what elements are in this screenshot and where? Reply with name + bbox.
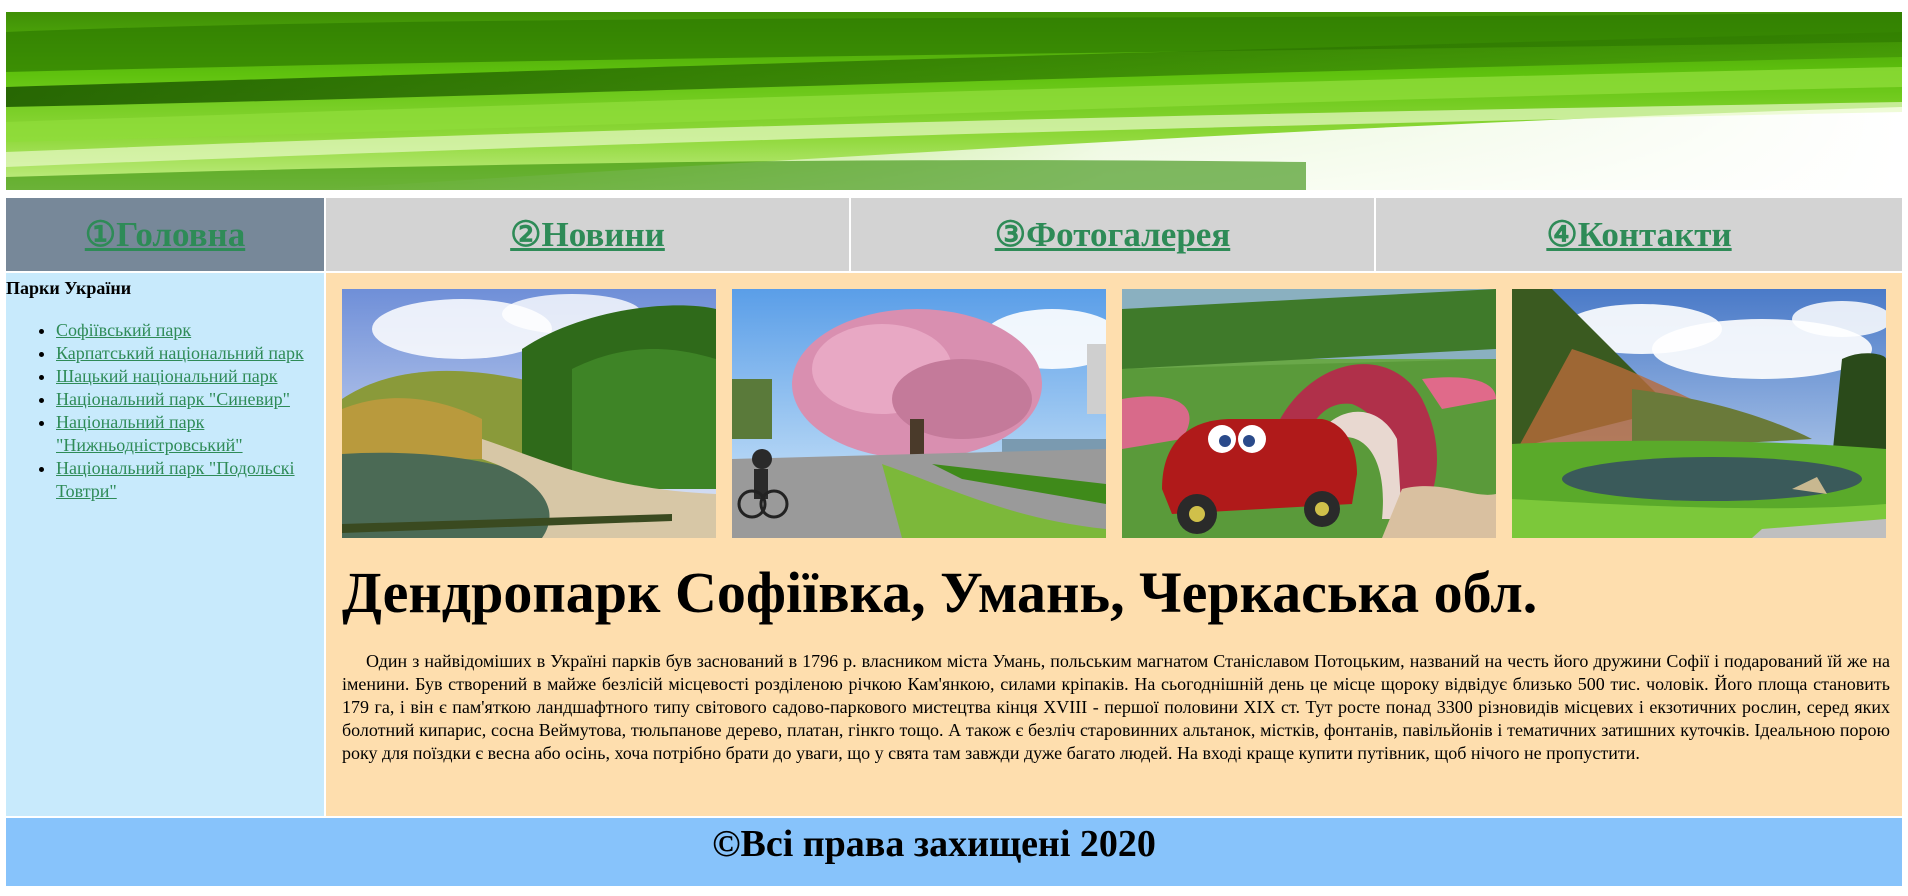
footer: ©Всі права захищені 2020 [6,818,1902,886]
park-link-carpathian[interactable]: Карпатський національний парк [56,343,304,363]
list-item: Шацький національний парк [56,365,324,388]
park-link-nyzhnodnistrovskyi[interactable]: Національний парк "Нижньодністровський" [56,412,243,455]
page: ①Головна ②Новини ③Фотогалерея ④Контакти … [6,12,1902,886]
nav-item-news[interactable]: ②Новини [326,198,851,271]
nav-link-gallery[interactable]: ③Фотогалерея [995,215,1231,255]
header-banner [6,12,1902,190]
photo-flower-car [1122,289,1496,538]
photo-blossom-tree [732,289,1106,538]
article-title: Дендропарк Софіївка, Умань, Черкаська об… [342,560,1538,625]
nav-link-contacts[interactable]: ④Контакти [1546,215,1731,255]
list-item: Софіївський парк [56,319,324,342]
photo-park-lake [342,289,716,538]
park-link-shatsk[interactable]: Шацький національний парк [56,366,278,386]
photo-row [342,289,1890,538]
nav-link-news[interactable]: ②Новини [510,215,665,255]
park-link-sofiivka[interactable]: Софіївський парк [56,320,191,340]
list-item: Національний парк "Нижньодністровський" [56,411,324,457]
park-link-synevyr[interactable]: Національний парк "Синевир" [56,389,290,409]
list-item: Національний парк "Подольскі Товтри" [56,457,324,503]
parks-list: Софіївський парк Карпатський національни… [6,319,324,503]
sidebar: Парки України Софіївський парк Карпатськ… [6,273,326,816]
park-link-podilski-tovtry[interactable]: Національний парк "Подольскі Товтри" [56,458,295,501]
article-body: Один з найвідоміших в Україні парків був… [342,651,1890,763]
content-row: Парки України Софіївський парк Карпатськ… [6,273,1902,816]
list-item: Карпатський національний парк [56,342,324,365]
green-wave-banner-image [6,12,1902,190]
copyright-text: ©Всі права захищені 2020 [712,823,1156,865]
main-nav: ①Головна ②Новини ③Фотогалерея ④Контакти [6,198,1902,271]
nav-item-contacts[interactable]: ④Контакти [1376,198,1902,271]
photo-mountain-lake [1512,289,1886,538]
nav-item-gallery[interactable]: ③Фотогалерея [851,198,1376,271]
sidebar-title: Парки України [6,278,132,298]
nav-item-home[interactable]: ①Головна [6,198,326,271]
list-item: Національний парк "Синевир" [56,388,324,411]
main-content: Дендропарк Софіївка, Умань, Черкаська об… [326,273,1902,816]
nav-link-home[interactable]: ①Головна [85,215,245,255]
